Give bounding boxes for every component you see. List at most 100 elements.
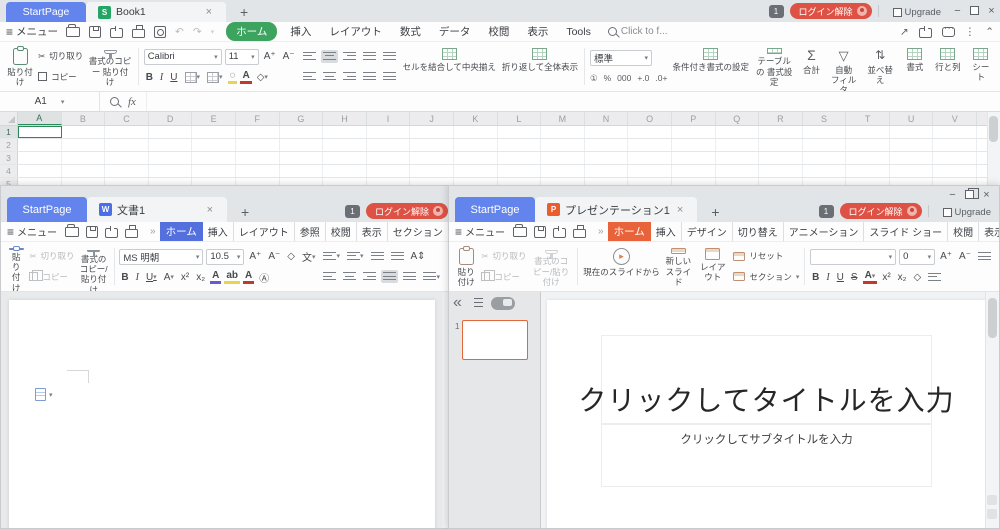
italic-button[interactable]: I xyxy=(134,272,141,283)
increase-font-button[interactable]: A⁺ xyxy=(262,51,278,62)
column-header-E[interactable]: E xyxy=(192,112,236,125)
undo-icon[interactable]: ↶ xyxy=(175,26,184,38)
cell-Q4[interactable] xyxy=(716,165,760,177)
et-number-format-select[interactable]: 標準▾ xyxy=(590,50,652,66)
wpp-layout-button[interactable]: レイアウト xyxy=(694,244,731,289)
font-color-button[interactable]: A xyxy=(240,70,251,84)
formula-input[interactable] xyxy=(147,92,1000,111)
cell-G2[interactable] xyxy=(280,139,324,151)
cell-O3[interactable] xyxy=(628,152,672,164)
wpp-format-painter-button[interactable]: 書式のコピー/貼り付け xyxy=(528,244,573,289)
bullet-list-button[interactable] xyxy=(976,250,993,263)
wpp-menu-animation[interactable]: アニメーション xyxy=(783,222,864,241)
increase-font-button[interactable]: A⁺ xyxy=(938,251,954,262)
underline-button[interactable]: U xyxy=(168,72,179,83)
list-more-button[interactable]: ▾ xyxy=(421,270,442,283)
cell-Q1[interactable] xyxy=(716,126,760,138)
column-header-B[interactable]: B xyxy=(62,112,106,125)
cell-I3[interactable] xyxy=(367,152,411,164)
column-header-R[interactable]: R xyxy=(759,112,803,125)
wpp-font-name-select[interactable]: ▾ xyxy=(810,249,896,265)
increase-indent-button[interactable] xyxy=(381,50,398,63)
number-list-button[interactable]: ▾ xyxy=(345,250,366,263)
wpp-menu-slideshow[interactable]: スライド ショー xyxy=(863,222,947,241)
cell-A2[interactable] xyxy=(18,139,62,151)
wps-format-painter-button[interactable]: 書式のコピー/ 貼り付け xyxy=(76,244,110,289)
align-center-button[interactable] xyxy=(341,270,358,283)
cell-G4[interactable] xyxy=(280,165,324,177)
cell-U4[interactable] xyxy=(890,165,934,177)
borders-button[interactable]: ▾ xyxy=(183,70,203,85)
cell-D2[interactable] xyxy=(149,139,193,151)
wpp-play-from-current-button[interactable]: ▸現在のスライドから xyxy=(580,244,662,289)
bold-button[interactable]: B xyxy=(144,72,155,83)
row-header-3[interactable]: 3 xyxy=(0,152,18,164)
et-menu-tools[interactable]: Tools xyxy=(557,24,600,40)
cell-B4[interactable] xyxy=(62,165,106,177)
close-button[interactable]: × xyxy=(978,187,995,202)
cell-M1[interactable] xyxy=(541,126,585,138)
column-header-D[interactable]: D xyxy=(149,112,193,125)
cell-D4[interactable] xyxy=(149,165,193,177)
cell-C3[interactable] xyxy=(105,152,149,164)
cell-K4[interactable] xyxy=(454,165,498,177)
cell-D3[interactable] xyxy=(149,152,193,164)
column-header-I[interactable]: I xyxy=(367,112,411,125)
cell-F3[interactable] xyxy=(236,152,280,164)
column-header-A[interactable]: A xyxy=(18,112,62,125)
cell-C1[interactable] xyxy=(105,126,149,138)
subscript-button[interactable]: x₂ xyxy=(194,272,207,283)
text-effects-button[interactable]: A xyxy=(210,270,221,284)
wps-login-pill[interactable]: ログイン解除 xyxy=(366,203,448,219)
title-placeholder[interactable]: クリックしてタイトルを入力 xyxy=(601,335,932,424)
cell-M4[interactable] xyxy=(541,165,585,177)
et-cut-button[interactable]: ✂切り取り xyxy=(38,49,83,64)
cell-L4[interactable] xyxy=(498,165,542,177)
wps-menu-button[interactable]: メニュー xyxy=(17,224,57,239)
et-upgrade-button[interactable]: Upgrade xyxy=(893,7,941,18)
column-header-K[interactable]: K xyxy=(454,112,498,125)
et-sum-button[interactable]: Σ合計 xyxy=(796,44,826,89)
cell-M2[interactable] xyxy=(541,139,585,151)
cell-N3[interactable] xyxy=(585,152,629,164)
share-icon[interactable]: ↗ xyxy=(900,26,909,38)
wpp-vertical-scrollbar[interactable] xyxy=(985,292,999,529)
wps-menu-section[interactable]: セクション xyxy=(387,222,448,241)
cell-G3[interactable] xyxy=(280,152,324,164)
font-color-button[interactable]: A xyxy=(243,270,254,284)
decrease-indent-button[interactable] xyxy=(361,50,378,63)
wpp-font-size-select[interactable]: 0▾ xyxy=(899,249,935,265)
cell-V4[interactable] xyxy=(933,165,977,177)
cell-A4[interactable] xyxy=(18,165,62,177)
increase-decimal-button[interactable]: +.0 xyxy=(637,73,649,83)
superscript-button[interactable]: x² xyxy=(179,272,191,283)
et-menu-data[interactable]: データ xyxy=(430,22,480,41)
wps-tab-document[interactable]: W 文書1 × xyxy=(87,197,227,222)
clear-format-button[interactable]: ◇ xyxy=(285,251,297,262)
save-icon[interactable] xyxy=(534,226,546,238)
more-icon[interactable]: ⋮ xyxy=(965,26,976,38)
cell-E4[interactable] xyxy=(192,165,236,177)
select-all-corner[interactable] xyxy=(0,112,18,125)
cell-J1[interactable] xyxy=(410,126,454,138)
cell-L1[interactable] xyxy=(498,126,542,138)
wps-menu-insert[interactable]: 挿入 xyxy=(203,222,233,241)
wps-font-name-select[interactable]: MS 明朝▾ xyxy=(119,249,203,265)
column-header-H[interactable]: H xyxy=(323,112,367,125)
cell-B2[interactable] xyxy=(62,139,106,151)
column-header-M[interactable]: M xyxy=(541,112,585,125)
et-tab-document[interactable]: S Book1 × xyxy=(86,2,226,22)
et-menu-review[interactable]: 校閲 xyxy=(479,22,518,41)
restore-button[interactable] xyxy=(966,3,983,18)
cell-P1[interactable] xyxy=(672,126,716,138)
align-middle-button[interactable] xyxy=(321,50,338,63)
wpp-new-slide-button[interactable]: 新しい スライド xyxy=(662,244,694,289)
magnifier-icon[interactable] xyxy=(110,97,119,106)
cell-N1[interactable] xyxy=(585,126,629,138)
row-header-2[interactable]: 2 xyxy=(0,139,18,151)
open-icon[interactable] xyxy=(513,227,527,237)
et-font-size-select[interactable]: 11▾ xyxy=(225,49,259,65)
column-header-G[interactable]: G xyxy=(280,112,324,125)
cell-S2[interactable] xyxy=(803,139,847,151)
cell-shading-button[interactable]: ▾ xyxy=(205,70,225,85)
